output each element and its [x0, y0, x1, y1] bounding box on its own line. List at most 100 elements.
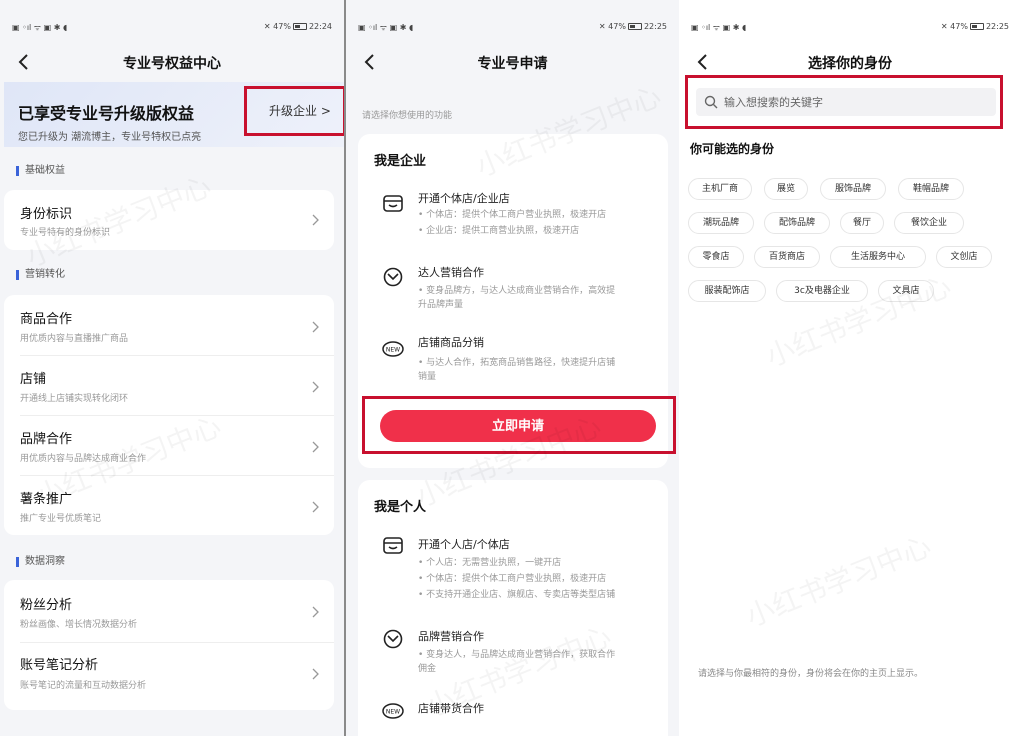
- identity-chip[interactable]: 百货商店: [754, 246, 820, 268]
- personal-title: 我是个人: [374, 500, 427, 515]
- pro-account-application-screen: ▣ ◦ıl ᯤ ▣ ✱ ◖ ✕ 47% 22:25 专业号申请 请选择你想使用的功…: [346, 0, 679, 736]
- identity-chip[interactable]: 服饰品牌: [820, 178, 886, 200]
- identity-heading: 你可能选的身份: [690, 142, 775, 156]
- row-title: 账号笔记分析: [20, 658, 99, 673]
- chevron-right-icon: [312, 381, 319, 393]
- row-title: 店铺: [20, 372, 47, 387]
- search-input[interactable]: [724, 88, 984, 116]
- nav-bar: 选择你的身份: [679, 46, 1021, 78]
- feature-desc: • 个体店：提供个体工商户营业执照，极速开店: [418, 574, 607, 584]
- row-fan-analysis[interactable]: 粉丝分析 粉丝画像、增长情况数据分析: [4, 580, 334, 640]
- battery-icon: [627, 23, 642, 30]
- feature-title: 达人营销合作: [418, 266, 484, 279]
- feature-desc: • 个体店：提供个体工商户营业执照，极速开店: [418, 210, 607, 220]
- row-desc: 推广专业号优质笔记: [20, 514, 102, 524]
- feature-desc: • 不支持开通企业店、旗舰店、专卖店等类型店铺: [418, 590, 616, 600]
- identity-chip[interactable]: 配饰品牌: [764, 212, 830, 234]
- identity-chip[interactable]: 零食店: [688, 246, 744, 268]
- identity-chip[interactable]: 文具店: [878, 280, 934, 302]
- identity-chip[interactable]: 展览: [764, 178, 808, 200]
- identity-chip[interactable]: 生活服务中心: [830, 246, 926, 268]
- identity-chip[interactable]: 文创店: [936, 246, 992, 268]
- chevron-right-icon: [312, 501, 319, 513]
- row-title: 身份标识: [20, 207, 73, 222]
- row-note-analysis[interactable]: 账号笔记分析 账号笔记的流量和互动数据分析: [4, 642, 334, 702]
- status-right: ✕ 47% 22:25: [941, 22, 1009, 31]
- chevron-right-icon: [312, 441, 319, 453]
- row-brand-cooperation[interactable]: 品牌合作 用优质内容与品牌达成商业合作: [4, 415, 334, 475]
- row-title: 粉丝分析: [20, 598, 73, 613]
- chevron-right-icon: [312, 668, 319, 680]
- search-icon: [704, 95, 718, 109]
- feature-title: 店铺商品分销: [418, 336, 484, 349]
- feature-title: 开通个人店/个体店: [418, 538, 510, 551]
- card-basic: 身份标识 专业号特有的身份标识: [4, 190, 334, 250]
- status-icons: ▣ ◦ıl ᯤ ▣ ✱ ◖: [358, 23, 414, 32]
- row-title: 商品合作: [20, 312, 73, 327]
- banner-title: 已享受专业号升级版权益: [18, 104, 195, 123]
- alarm-icon: ✕: [598, 22, 609, 31]
- identity-chip[interactable]: 餐厅: [840, 212, 884, 234]
- section-data-insight: 数据洞察: [16, 557, 65, 567]
- feature-desc: • 个人店：无需营业执照，一键开店: [418, 558, 562, 568]
- identity-chip[interactable]: 服装配饰店: [688, 280, 766, 302]
- card-data: 粉丝分析 粉丝画像、增长情况数据分析 账号笔记分析 账号笔记的流量和互动数据分析: [4, 580, 334, 710]
- feature-desc: 佣金: [418, 664, 437, 674]
- row-chips-promotion[interactable]: 薯条推广 推广专业号优质笔记: [4, 475, 334, 535]
- row-title: 薯条推广: [20, 492, 73, 507]
- battery-level: 47%: [608, 22, 626, 31]
- new-badge-icon: NEW: [382, 703, 404, 719]
- identity-chip[interactable]: 3c及电器企业: [776, 280, 868, 302]
- row-desc: 开通线上店铺实现转化闭环: [20, 394, 129, 404]
- svg-text:NEW: NEW: [386, 709, 400, 716]
- feature-desc: • 变身达人，与品牌达成商业营销合作，获取合作: [418, 650, 616, 660]
- clock: 22:25: [985, 22, 1009, 31]
- page-title: 选择你的身份: [808, 56, 892, 72]
- battery-level: 47%: [273, 22, 291, 31]
- row-product-cooperation[interactable]: 商品合作 用优质内容与直播推广商品: [4, 295, 334, 355]
- battery-icon: [969, 23, 984, 30]
- nav-bar: 专业号申请: [346, 46, 679, 78]
- feature-desc: 销量: [418, 372, 437, 382]
- select-function-hint: 请选择你想使用的功能: [362, 111, 453, 121]
- identity-chip[interactable]: 鞋帽品牌: [898, 178, 964, 200]
- feature-title: 品牌营销合作: [418, 630, 484, 643]
- apply-now-button[interactable]: 立即申请: [380, 410, 656, 442]
- status-icons: ▣ ◦ıl ᯤ ▣ ✱ ◖: [12, 23, 68, 32]
- row-desc: 用优质内容与品牌达成商业合作: [20, 454, 147, 464]
- chevron-right-icon: [312, 606, 319, 618]
- battery-icon: [292, 23, 307, 30]
- nav-bar: 专业号权益中心: [0, 46, 344, 78]
- clock: 22:25: [643, 22, 667, 31]
- handshake-icon: [383, 629, 403, 649]
- identity-chip[interactable]: 餐饮企业: [894, 212, 964, 234]
- status-bar: ▣ ◦ıl ᯤ ▣ ✱ ◖ ✕ 47% 22:25: [358, 22, 667, 36]
- chevron-right-icon: [312, 214, 319, 226]
- svg-text:NEW: NEW: [386, 347, 400, 354]
- row-title: 品牌合作: [20, 432, 73, 447]
- status-right: ✕ 47% 22:24: [264, 22, 332, 31]
- battery-level: 47%: [950, 22, 968, 31]
- page-title: 专业号申请: [477, 56, 548, 72]
- new-badge-icon: NEW: [382, 341, 404, 357]
- status-bar: ▣ ◦ıl ᯤ ▣ ✱ ◖ ✕ 47% 22:24: [12, 22, 332, 36]
- handshake-icon: [383, 267, 403, 287]
- identity-chip[interactable]: 潮玩品牌: [688, 212, 754, 234]
- row-desc: 账号笔记的流量和互动数据分析: [20, 681, 147, 691]
- feature-desc: 升品牌声量: [418, 300, 464, 310]
- feature-title: 店铺带货合作: [418, 702, 484, 715]
- search-bar[interactable]: [696, 88, 996, 116]
- banner-subtitle: 您已升级为 潮流博主，专业号特权已点亮: [18, 132, 202, 143]
- section-marketing: 营销转化: [16, 270, 65, 280]
- section-basic-rights: 基础权益: [16, 166, 65, 176]
- row-identity-badge[interactable]: 身份标识 专业号特有的身份标识: [4, 190, 334, 250]
- feature-desc: • 与达人合作，拓宽商品销售路径，快速提升店铺: [418, 358, 616, 368]
- row-store[interactable]: 店铺 开通线上店铺实现转化闭环: [4, 355, 334, 415]
- identity-chip[interactable]: 主机厂商: [688, 178, 752, 200]
- identity-footer-note: 请选择与你最相符的身份，身份将会在你的主页上显示。: [698, 669, 924, 679]
- feature-title: 开通个体店/企业店: [418, 192, 510, 205]
- upgrade-enterprise-button[interactable]: 升级企业 >: [244, 86, 346, 136]
- store-icon: [383, 537, 403, 554]
- status-bar: ▣ ◦ıl ᯤ ▣ ✱ ◖ ✕ 47% 22:25: [691, 22, 1009, 36]
- feature-desc: • 企业店：提供工商营业执照，极速开店: [418, 226, 580, 236]
